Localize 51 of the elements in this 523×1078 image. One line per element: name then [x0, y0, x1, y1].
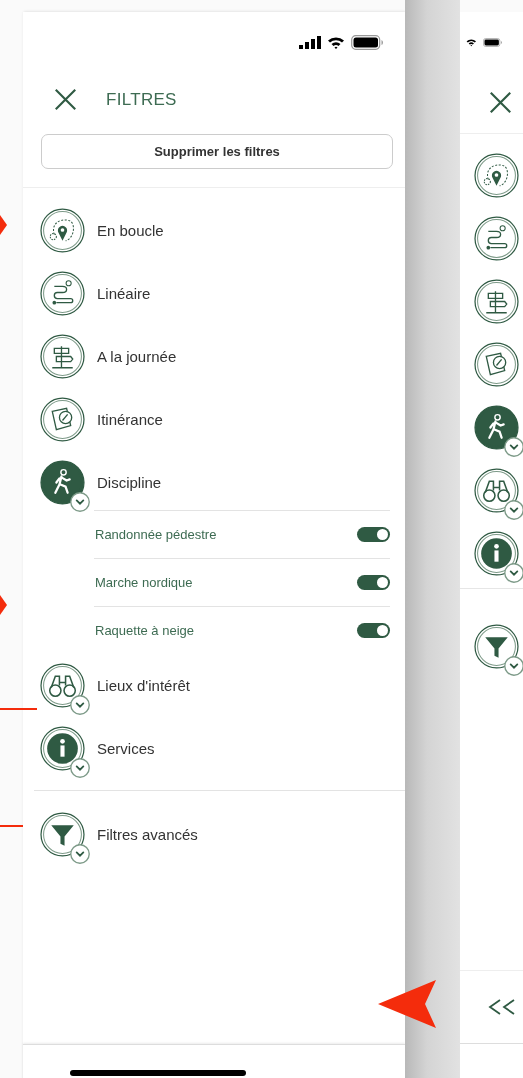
filter-label[interactable]: Discipline — [97, 473, 162, 491]
chevron-down-icon[interactable] — [504, 563, 523, 583]
map-compass-icon[interactable] — [474, 342, 519, 387]
hiker-icon[interactable] — [40, 459, 85, 505]
chevron-down-icon[interactable] — [504, 500, 523, 520]
chevron-down-icon[interactable] — [504, 437, 523, 457]
info-icon[interactable] — [474, 531, 519, 576]
filter-label[interactable]: Filtres avancés — [97, 825, 198, 843]
map-compass-icon[interactable] — [40, 396, 85, 442]
chevron-down-icon[interactable] — [504, 656, 523, 676]
chevron-down-icon[interactable] — [70, 843, 90, 864]
signpost-icon[interactable] — [474, 279, 519, 324]
hiker-icon[interactable] — [474, 405, 519, 450]
filter-label[interactable]: En boucle — [97, 221, 164, 239]
leader-line — [0, 708, 37, 710]
loop-route-icon[interactable] — [474, 153, 519, 198]
filter-label[interactable]: Services — [97, 739, 155, 757]
sub-filter-label: Raquette à neige — [95, 622, 195, 638]
route-pin-icon[interactable] — [40, 270, 85, 316]
filter-icon[interactable] — [474, 624, 519, 669]
filter-label[interactable]: Itinérance — [97, 410, 163, 428]
pointer-arrow — [378, 980, 436, 1028]
sub-filter-label: Marche nordique — [95, 574, 193, 590]
pointer-arrow — [0, 595, 10, 615]
toggle-switch[interactable] — [357, 526, 390, 542]
signpost-icon[interactable] — [40, 333, 85, 379]
toggle-switch[interactable] — [357, 622, 390, 638]
toggle-switch[interactable] — [357, 574, 390, 590]
chevron-down-icon[interactable] — [70, 694, 90, 715]
close-icon[interactable] — [489, 90, 512, 114]
route-pin-icon[interactable] — [474, 216, 519, 261]
clear-filters-button[interactable]: Supprimer les filtres — [41, 133, 393, 169]
close-icon[interactable] — [54, 88, 77, 112]
signal-icon — [299, 35, 321, 49]
filter-icon[interactable] — [40, 811, 85, 857]
battery-icon — [351, 34, 384, 50]
filter-label[interactable]: A la journée — [97, 347, 177, 365]
collapse-icon[interactable] — [488, 999, 516, 1016]
chevron-down-icon[interactable] — [70, 757, 90, 778]
pointer-arrow — [0, 215, 10, 235]
filter-label[interactable]: Linéaire — [97, 284, 151, 302]
panel-title: FILTRES — [106, 89, 177, 110]
binoculars-icon[interactable] — [474, 468, 519, 513]
leader-line — [0, 825, 23, 827]
chevron-down-icon[interactable] — [70, 491, 90, 512]
wifi-icon — [327, 35, 345, 49]
binoculars-icon[interactable] — [40, 662, 85, 708]
loop-route-icon[interactable] — [40, 207, 85, 253]
info-icon[interactable] — [40, 725, 85, 771]
sub-filter-label: Randonnée pédestre — [95, 526, 217, 542]
filter-label[interactable]: Lieux d'intérêt — [97, 676, 190, 694]
